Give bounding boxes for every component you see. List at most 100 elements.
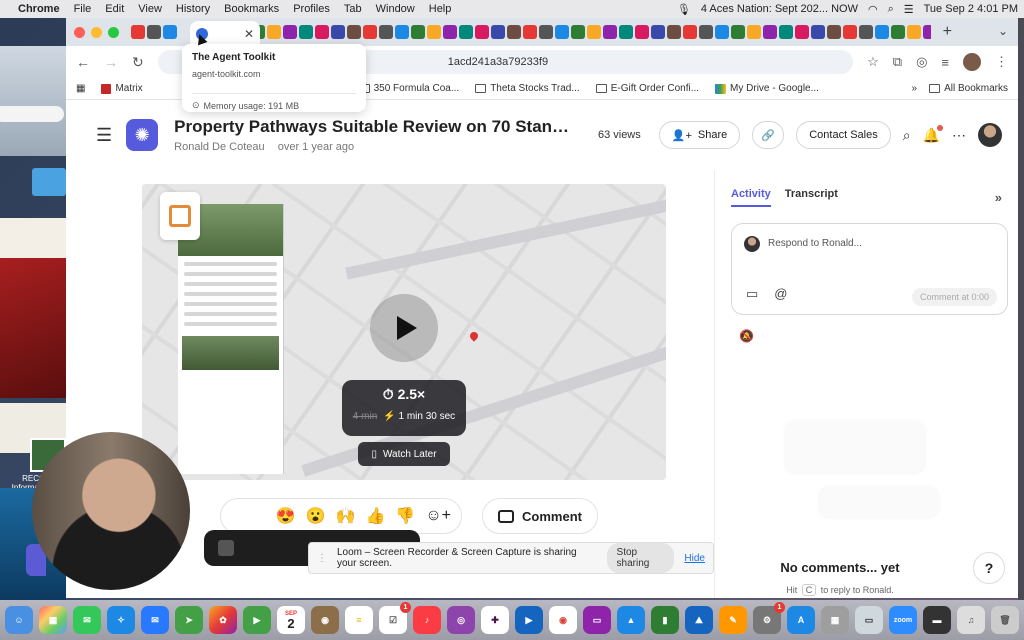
pinned-tab-favicon-icon[interactable] [923, 25, 931, 39]
more-bookmarks-icon[interactable]: » [912, 83, 918, 94]
pinned-tab-favicon-icon[interactable] [875, 25, 889, 39]
menu-edit[interactable]: Edit [105, 3, 124, 15]
menu-help[interactable]: Help [429, 3, 452, 15]
podcasts-icon[interactable]: ◎ [447, 606, 475, 634]
copy-link-button[interactable]: 🔗 [752, 121, 785, 149]
keynote-icon[interactable]: ▲ [617, 606, 645, 634]
pinned-tab-favicon-icon[interactable] [603, 25, 617, 39]
profile-avatar[interactable] [963, 53, 981, 71]
pinned-tab-favicon-icon[interactable] [331, 25, 345, 39]
bookmark-matrix[interactable]: Matrix [101, 83, 143, 94]
fullscreen-window-button[interactable] [108, 26, 119, 38]
contact-sales-button[interactable]: Contact Sales [796, 121, 891, 149]
mail-icon[interactable]: ✉ [141, 606, 169, 634]
all-bookmarks-button[interactable]: All Bookmarks [929, 83, 1008, 94]
more-options-icon[interactable]: ⋯ [952, 127, 966, 144]
contacts-icon[interactable]: ◉ [311, 606, 339, 634]
remote-desktop-icon[interactable]: ▶ [515, 606, 543, 634]
comment-button[interactable]: Comment [482, 498, 598, 534]
pinned-tab-favicon-icon[interactable] [635, 25, 649, 39]
mention-icon[interactable]: @ [774, 286, 787, 302]
music-icon[interactable]: ♪ [413, 606, 441, 634]
pinned-tab-favicon-icon[interactable] [315, 25, 329, 39]
bookmark-star-icon[interactable]: ☆ [867, 54, 879, 70]
facetime-icon[interactable]: ▶ [243, 606, 271, 634]
loom-logo-icon[interactable]: ✺ [126, 119, 159, 151]
menu-bookmarks[interactable]: Bookmarks [224, 3, 279, 15]
apps-grid-icon[interactable]: ▦ [76, 83, 85, 94]
collapse-sidebar-icon[interactable]: » [995, 190, 1002, 205]
desktop-folder-icon[interactable] [32, 168, 66, 196]
vpn-icon[interactable]: ⛰ [685, 606, 713, 634]
pinned-tab-favicon-icon[interactable] [571, 25, 585, 39]
bookmark-my-drive[interactable]: My Drive - Google... [715, 83, 819, 94]
preview-icon[interactable]: ▭ [855, 606, 883, 634]
zoom-icon[interactable]: zoom [889, 606, 917, 634]
playback-speed-badge[interactable]: ⏱ 2.5× 4 min ⚡ 1 min 30 sec [342, 380, 466, 436]
thumbs-down-reaction[interactable]: 👎 [395, 506, 415, 526]
pinned-tab-favicon-icon[interactable] [651, 25, 665, 39]
drag-handle-icon[interactable]: ⋮ [317, 553, 327, 564]
control-center-icon[interactable]: ☰ [904, 3, 914, 16]
photos-icon[interactable]: ✿ [209, 606, 237, 634]
menu-app[interactable]: Chrome [18, 3, 60, 15]
pinned-tab-favicon-icon[interactable] [619, 25, 633, 39]
wow-reaction[interactable]: 😮 [306, 506, 326, 526]
minimize-window-button[interactable] [91, 26, 102, 38]
raised-hands-reaction[interactable]: 🙌 [336, 506, 356, 526]
tab-activity[interactable]: Activity [731, 188, 771, 207]
menu-file[interactable]: File [74, 3, 92, 15]
forward-icon[interactable]: → [104, 54, 118, 70]
calendar-icon[interactable]: SEP 2 [277, 606, 305, 634]
hide-sharing-bar-link[interactable]: Hide [684, 553, 705, 564]
messages-icon[interactable]: ✉ [73, 606, 101, 634]
reload-icon[interactable]: ↻ [132, 54, 144, 71]
pinned-tab-favicon-icon[interactable] [827, 25, 841, 39]
pinned-tab-favicon-icon[interactable] [411, 25, 425, 39]
bookmark-350-formula[interactable]: 350 Formula Coa... [358, 83, 459, 94]
pinned-tab-favicon-icon[interactable] [491, 25, 505, 39]
pinned-tab-favicon-icon[interactable] [131, 25, 145, 39]
heart-eyes-reaction[interactable]: 😍 [276, 506, 296, 526]
pinned-tab-favicon-icon[interactable] [683, 25, 697, 39]
menu-window[interactable]: Window [376, 3, 415, 15]
pinned-tab-favicon-icon[interactable] [283, 25, 297, 39]
stop-recording-icon[interactable] [218, 540, 234, 556]
calculator-icon[interactable]: ▦ [821, 606, 849, 634]
back-icon[interactable]: ← [76, 54, 90, 70]
reminders-icon[interactable]: ☑ 1 [379, 602, 411, 634]
video-player[interactable]: ⏱ 2.5× 4 min ⚡ 1 min 30 sec ▯ Watch Later [142, 184, 666, 480]
stop-sharing-button[interactable]: Stop sharing [606, 543, 675, 573]
system-settings-icon[interactable]: ⚙ 1 [753, 602, 785, 634]
help-button[interactable]: ? [973, 552, 1005, 584]
pinned-tab-favicon-icon[interactable] [443, 25, 457, 39]
pinned-tab-favicon-icon[interactable] [811, 25, 825, 39]
pinned-tab-favicon-icon[interactable] [363, 25, 377, 39]
pinned-tab-favicon-icon[interactable] [555, 25, 569, 39]
pinned-tab-favicon-icon[interactable] [843, 25, 857, 39]
pinned-tab-favicon-icon[interactable] [539, 25, 553, 39]
comment-at-time-button[interactable]: Comment at 0:00 [911, 288, 997, 306]
tab-transcript[interactable]: Transcript [785, 188, 838, 207]
share-button[interactable]: 👤+ Share [658, 121, 741, 149]
menu-profiles[interactable]: Profiles [293, 3, 330, 15]
pinned-tab-favicon-icon[interactable] [427, 25, 441, 39]
video-camera-icon[interactable]: ▭ [746, 286, 758, 302]
menu-tab[interactable]: Tab [344, 3, 362, 15]
pinned-tab-favicon-icon[interactable] [891, 25, 905, 39]
new-tab-button[interactable]: + [943, 23, 952, 41]
app-store-icon[interactable]: A [787, 606, 815, 634]
bell-icon[interactable]: 🔔 [923, 124, 943, 144]
chrome-menu-icon[interactable]: ⋮ [995, 54, 1008, 70]
pinned-tab-favicon-icon[interactable] [859, 25, 873, 39]
trash-icon[interactable]: 🗑 [991, 606, 1019, 634]
terminal-icon[interactable]: ▬ [923, 606, 951, 634]
wifi-icon[interactable]: ◠ [868, 3, 878, 16]
menu-history[interactable]: History [176, 3, 210, 15]
safari-icon[interactable]: ✧ [107, 606, 135, 634]
video-title[interactable]: Property Pathways Suitable Review on 70 … [174, 117, 570, 137]
pinned-tab-favicon-icon[interactable] [699, 25, 713, 39]
pinned-tab-favicon-icon[interactable] [379, 25, 393, 39]
pinned-tab-favicon-icon[interactable] [507, 25, 521, 39]
hamburger-menu-icon[interactable]: ☰ [96, 125, 112, 146]
